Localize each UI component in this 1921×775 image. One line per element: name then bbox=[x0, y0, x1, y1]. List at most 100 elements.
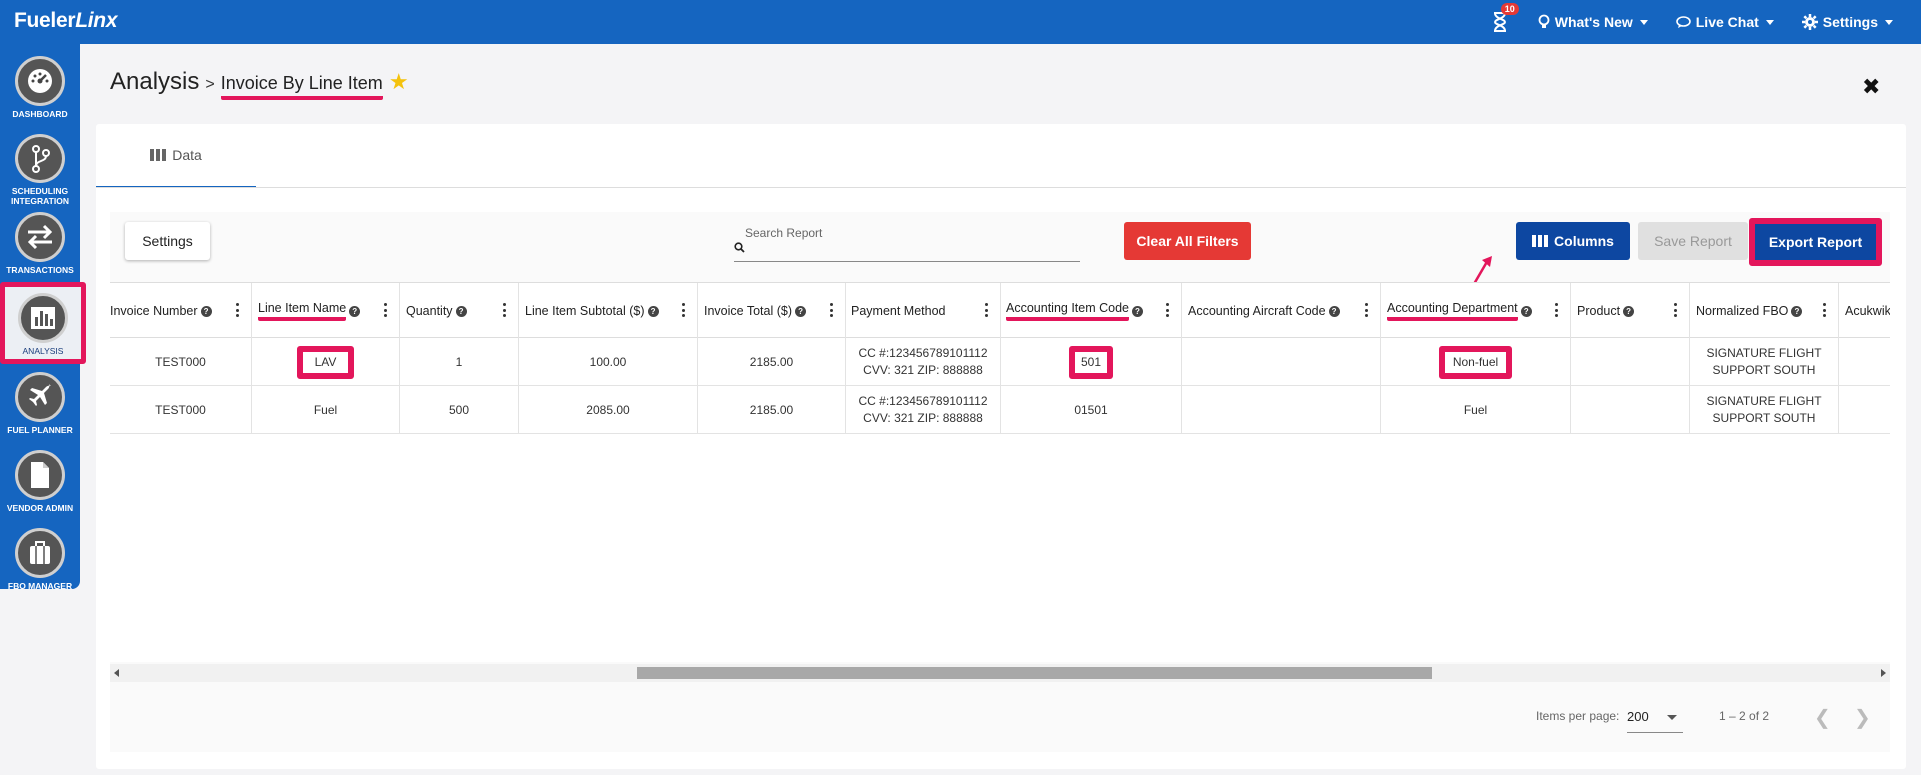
column-label: Invoice Number bbox=[110, 304, 198, 318]
column-menu-icon[interactable] bbox=[1166, 303, 1169, 317]
cell-line-item-name: Fuel bbox=[252, 386, 400, 434]
items-per-page-select[interactable]: 200 bbox=[1627, 705, 1683, 733]
previous-page-icon[interactable]: ❮ bbox=[1814, 705, 1831, 730]
help-icon[interactable]: ? bbox=[795, 305, 807, 317]
help-icon[interactable]: ? bbox=[1132, 305, 1143, 317]
column-menu-icon[interactable] bbox=[1823, 303, 1826, 317]
notifications-badge: 10 bbox=[1500, 3, 1519, 15]
export-report-button[interactable]: Export Report bbox=[1749, 218, 1882, 266]
column-header-product[interactable]: Product? bbox=[1571, 283, 1690, 339]
column-menu-icon[interactable] bbox=[1674, 303, 1677, 317]
lightbulb-icon bbox=[1538, 14, 1550, 28]
brand-logo[interactable]: FuelerLinx bbox=[14, 9, 118, 33]
cell-invoice-number: TEST000 bbox=[110, 386, 252, 434]
breadcrumb-separator: > bbox=[205, 76, 215, 93]
horizontal-scrollbar[interactable] bbox=[110, 664, 1890, 682]
items-per-page-value: 200 bbox=[1627, 709, 1649, 724]
column-label: Accounting Department bbox=[1387, 301, 1518, 321]
column-header-accounting-department[interactable]: Accounting Department? bbox=[1381, 283, 1571, 339]
table-row[interactable]: TEST000 Fuel 500 2085.00 2185.00 CC #:12… bbox=[110, 386, 1890, 434]
column-menu-icon[interactable] bbox=[985, 303, 988, 317]
help-icon[interactable]: ? bbox=[349, 305, 361, 317]
top-bar: FuelerLinx 10 What's New Live Chat Setti… bbox=[0, 0, 1921, 44]
settings-button[interactable]: Settings bbox=[125, 222, 210, 260]
favorite-star-icon[interactable]: ★ bbox=[389, 69, 409, 95]
settings-menu[interactable]: Settings bbox=[1801, 14, 1893, 30]
scroll-right-icon[interactable] bbox=[1881, 669, 1886, 677]
column-label: Accounting Aircraft Code bbox=[1188, 304, 1326, 318]
column-header-invoice-number[interactable]: Invoice Number? bbox=[110, 283, 252, 339]
column-header-acukwik[interactable]: Acukwik bbox=[1839, 283, 1890, 339]
table-header: Invoice Number? Line Item Name? Quantity… bbox=[110, 282, 1890, 339]
tab-data[interactable]: Data bbox=[96, 124, 256, 188]
sidebar-item-label: VENDOR ADMIN bbox=[6, 503, 74, 513]
brand-italic: Linx bbox=[75, 9, 118, 32]
sidebar-item-fbo-manager[interactable]: FBO MANAGER bbox=[0, 522, 80, 600]
column-menu-icon[interactable] bbox=[830, 303, 833, 317]
items-per-page-label: Items per page: bbox=[1536, 709, 1620, 723]
columns-icon bbox=[1532, 235, 1549, 247]
sidebar: DASHBOARD SCHEDULING INTEGRATION TRANSAC… bbox=[0, 44, 86, 591]
settings-label: Settings bbox=[1822, 14, 1878, 30]
sidebar-item-vendor-admin[interactable]: VENDOR ADMIN bbox=[0, 444, 80, 522]
sidebar-item-dashboard[interactable]: DASHBOARD bbox=[0, 50, 80, 128]
sidebar-item-transactions[interactable]: TRANSACTIONS bbox=[0, 206, 80, 284]
column-header-quantity[interactable]: Quantity? bbox=[400, 283, 519, 339]
column-menu-icon[interactable] bbox=[503, 303, 506, 317]
column-header-accounting-aircraft-code[interactable]: Accounting Aircraft Code? bbox=[1182, 283, 1381, 339]
help-icon[interactable]: ? bbox=[1791, 305, 1803, 317]
cell-accounting-aircraft-code bbox=[1182, 386, 1381, 434]
payment-cvv-text: CVV: 321 ZIP: 888888 bbox=[863, 411, 983, 425]
column-header-line-item-subtotal[interactable]: Line Item Subtotal ($)? bbox=[519, 283, 698, 339]
report-table: Invoice Number? Line Item Name? Quantity… bbox=[110, 282, 1890, 662]
cell-acukwik bbox=[1839, 386, 1890, 434]
column-header-accounting-item-code[interactable]: Accounting Item Code? bbox=[1001, 283, 1182, 339]
sidebar-item-fuel-planner[interactable]: FUEL PLANNER bbox=[0, 366, 80, 444]
fbo-line2: SUPPORT SOUTH bbox=[1712, 363, 1816, 377]
highlighted-value: 501 bbox=[1068, 345, 1114, 379]
columns-button[interactable]: Columns bbox=[1516, 222, 1630, 260]
report-title: Invoice By Line Item bbox=[220, 73, 383, 100]
column-label: Line Item Name bbox=[258, 301, 347, 321]
cell-invoice-total: 2185.00 bbox=[698, 338, 846, 386]
notifications-button[interactable]: 10 bbox=[1490, 3, 1519, 34]
sidebar-item-analysis[interactable]: ANALYSIS bbox=[0, 282, 86, 364]
help-icon[interactable]: ? bbox=[647, 305, 659, 317]
chevron-down-icon bbox=[1667, 715, 1677, 720]
column-menu-icon[interactable] bbox=[236, 303, 239, 317]
column-menu-icon[interactable] bbox=[682, 303, 685, 317]
help-icon[interactable]: ? bbox=[1623, 305, 1635, 317]
whats-new-menu[interactable]: What's New bbox=[1538, 14, 1648, 30]
scroll-left-icon[interactable] bbox=[114, 669, 119, 677]
help-icon[interactable]: ? bbox=[455, 305, 467, 317]
help-icon[interactable]: ? bbox=[200, 305, 212, 317]
help-icon[interactable]: ? bbox=[1328, 305, 1340, 317]
branch-icon bbox=[15, 134, 65, 183]
column-header-invoice-total[interactable]: Invoice Total ($)? bbox=[698, 283, 846, 339]
clear-all-filters-button[interactable]: Clear All Filters bbox=[1124, 222, 1251, 260]
search-report-field[interactable]: Search Report bbox=[734, 224, 1080, 262]
column-menu-icon[interactable] bbox=[1365, 303, 1368, 317]
save-report-button[interactable]: Save Report bbox=[1638, 222, 1748, 260]
close-icon[interactable]: ✖ bbox=[1862, 74, 1880, 100]
columns-label: Columns bbox=[1554, 233, 1614, 249]
sidebar-item-label: FBO MANAGER bbox=[7, 581, 73, 591]
cell-accounting-department: Fuel bbox=[1381, 386, 1571, 434]
live-chat-menu[interactable]: Live Chat bbox=[1675, 14, 1774, 30]
scrollbar-thumb[interactable] bbox=[637, 667, 1432, 679]
fbo-line2: SUPPORT SOUTH bbox=[1712, 411, 1816, 425]
table-row[interactable]: TEST000 LAV 1 100.00 2185.00 CC #:123456… bbox=[110, 338, 1890, 386]
column-menu-icon[interactable] bbox=[384, 303, 387, 317]
column-label: Invoice Total ($) bbox=[704, 304, 793, 318]
sidebar-item-scheduling-integration[interactable]: SCHEDULING INTEGRATION bbox=[0, 128, 80, 206]
payment-card-text: CC #:123456789101112 bbox=[858, 346, 988, 360]
briefcase-icon bbox=[15, 528, 65, 578]
help-icon[interactable]: ? bbox=[1520, 305, 1532, 317]
cell-quantity: 500 bbox=[400, 386, 519, 434]
column-header-line-item-name[interactable]: Line Item Name? bbox=[252, 283, 400, 339]
column-header-payment-method[interactable]: Payment Method bbox=[846, 283, 1001, 339]
payment-card-text: CC #:123456789101112 bbox=[858, 394, 988, 408]
next-page-icon[interactable]: ❯ bbox=[1854, 705, 1871, 730]
column-menu-icon[interactable] bbox=[1555, 303, 1558, 317]
column-header-normalized-fbo[interactable]: Normalized FBO? bbox=[1690, 283, 1839, 339]
